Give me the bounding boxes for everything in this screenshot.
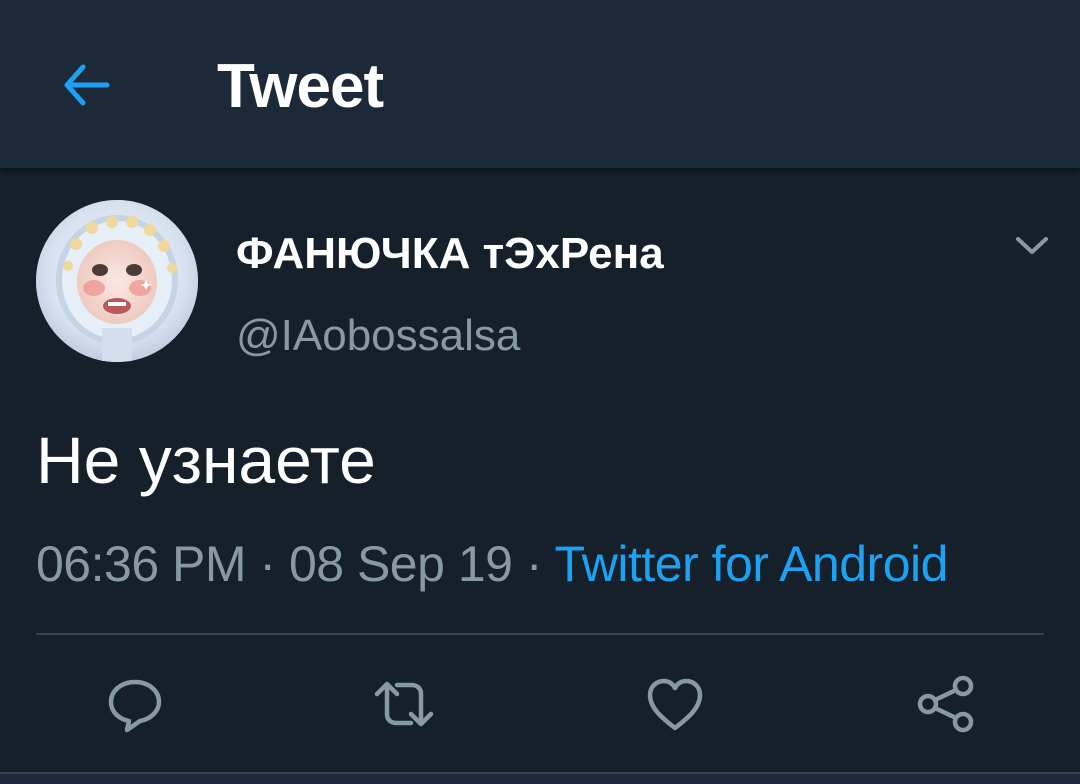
arrow-left-icon xyxy=(64,64,110,106)
tweet-time: 06:36 PM xyxy=(36,536,247,592)
avatar[interactable] xyxy=(36,200,198,362)
chevron-down-icon xyxy=(1016,237,1048,254)
profile-photo xyxy=(36,200,198,362)
tweet-source-link[interactable]: Twitter for Android xyxy=(554,536,948,592)
reply-button[interactable] xyxy=(99,668,171,740)
back-button[interactable] xyxy=(50,50,120,120)
tweet-menu-button[interactable] xyxy=(1008,226,1056,266)
retweet-arrows-icon xyxy=(374,681,434,727)
share-button[interactable] xyxy=(910,668,982,740)
heart-icon xyxy=(647,678,703,731)
user-handle[interactable]: @IAobossalsa xyxy=(236,308,520,364)
bottom-divider xyxy=(0,772,1080,784)
page-title: Tweet xyxy=(217,52,384,121)
retweet-button[interactable] xyxy=(368,668,440,740)
display-name[interactable]: ФАНЮЧКА тЭхРена xyxy=(236,226,664,282)
comment-bubble-icon xyxy=(108,679,162,733)
top-app-bar: Tweet xyxy=(0,0,1080,168)
divider xyxy=(36,633,1044,635)
tweet-metadata: 06:36 PM · 08 Sep 19 · Twitter for Andro… xyxy=(36,532,948,596)
meta-separator: · xyxy=(512,536,555,592)
meta-separator: · xyxy=(246,536,289,592)
like-button[interactable] xyxy=(639,668,711,740)
share-nodes-icon xyxy=(917,675,974,733)
tweet-text: Не узнаете xyxy=(36,423,376,497)
tweet-date: 08 Sep 19 xyxy=(288,536,513,592)
